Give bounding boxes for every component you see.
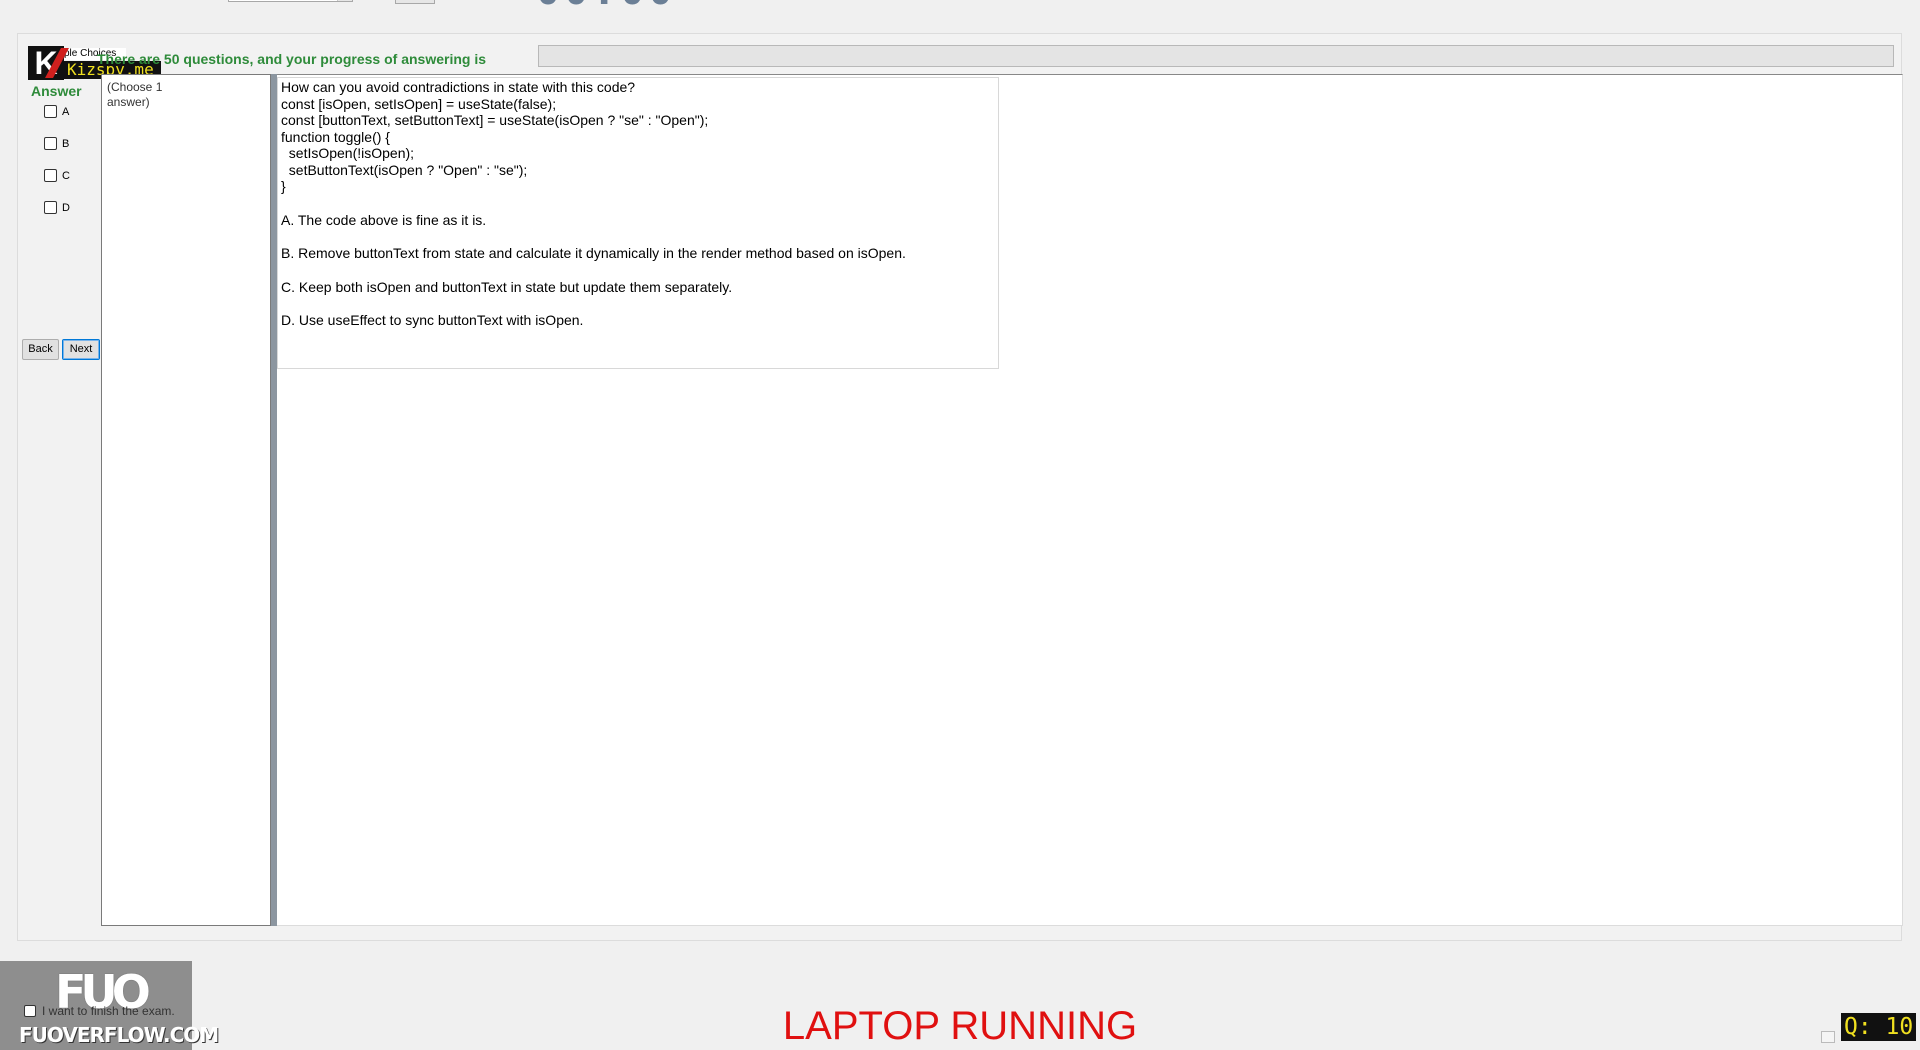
question-counter: Q: 10 — [1841, 1013, 1917, 1041]
question-area: How can you avoid contradictions in stat… — [277, 74, 1903, 926]
answer-text-b: B. Remove buttonText from state and calc… — [281, 245, 906, 261]
option-a[interactable]: A — [44, 105, 69, 118]
answer-column: Answer A B C D Back Next — [18, 74, 100, 926]
option-b-checkbox[interactable] — [44, 137, 57, 150]
exam-panel: ple Choices K Kizspy.me There are 50 que… — [17, 33, 1903, 941]
code-line: const [isOpen, setIsOpen] = useState(fal… — [281, 95, 557, 112]
option-d[interactable]: D — [44, 201, 70, 214]
top-dropdown[interactable] — [228, 0, 353, 2]
answer-title: Answer — [31, 83, 82, 99]
progress-bar — [538, 45, 1894, 67]
option-d-checkbox[interactable] — [44, 201, 57, 214]
option-b[interactable]: B — [44, 137, 69, 150]
status-text: LAPTOP RUNNING — [782, 1004, 1138, 1048]
answer-text-c: C. Keep both isOpen and buttonText in st… — [281, 278, 733, 295]
option-c-checkbox[interactable] — [44, 169, 57, 182]
answer-text-d: D. Use useEffect to sync buttonText with… — [281, 312, 584, 328]
option-d-label: D — [62, 201, 70, 214]
option-a-checkbox[interactable] — [44, 105, 57, 118]
option-a-label: A — [62, 105, 70, 118]
progress-label: There are 50 questions, and your progres… — [97, 51, 486, 67]
option-c[interactable]: C — [44, 169, 70, 182]
choose-instruction: (Choose 1 answer) — [107, 80, 163, 109]
code-line: function toggle() { — [281, 128, 390, 145]
back-button[interactable]: Back — [22, 339, 59, 360]
code-line: } — [281, 178, 286, 194]
answer-text-a: A. The code above is fine as it is. — [281, 211, 487, 228]
question-prompt: How can you avoid contradictions in stat… — [281, 79, 636, 95]
top-button[interactable] — [395, 0, 435, 4]
small-box — [1821, 1031, 1835, 1043]
question-box: How can you avoid contradictions in stat… — [277, 77, 999, 369]
code-line: setButtonText(isOpen ? "Open" : "se"); — [281, 161, 528, 178]
code-line: setIsOpen(!isOpen); — [281, 145, 415, 161]
option-c-label: C — [62, 169, 70, 182]
timer-display: 00:00 — [536, 0, 676, 14]
choose-panel: (Choose 1 answer) — [101, 74, 271, 926]
next-button[interactable]: Next — [62, 339, 100, 360]
option-b-label: B — [62, 137, 70, 150]
code-line: const [buttonText, setButtonText] = useS… — [281, 112, 709, 128]
